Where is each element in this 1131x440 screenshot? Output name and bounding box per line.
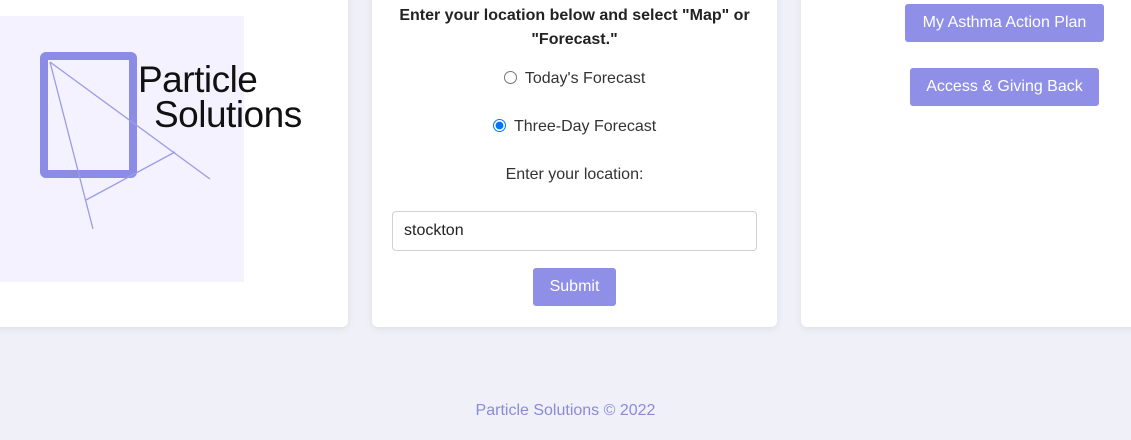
form-prompt: Enter your location below and select "Ma… — [399, 7, 750, 48]
logo-line-1: Particle — [138, 59, 258, 100]
option-today-forecast[interactable]: Today's Forecast — [372, 70, 777, 88]
access-giving-back-button[interactable]: Access & Giving Back — [910, 68, 1099, 106]
footer-copyright: Particle Solutions © 2022 — [475, 402, 656, 419]
logo-mark-icon — [40, 52, 211, 230]
submit-button[interactable]: Submit — [533, 268, 616, 306]
links-card — [801, 0, 1131, 327]
radio-three-day-forecast[interactable] — [492, 119, 506, 132]
option-label: Today's Forecast — [524, 70, 646, 87]
logo-line-2: Solutions — [154, 94, 302, 135]
location-input[interactable] — [392, 211, 757, 251]
asthma-action-plan-button[interactable]: My Asthma Action Plan — [905, 4, 1104, 42]
location-label: Enter your location: — [505, 166, 644, 183]
option-three-day-forecast[interactable]: Three-Day Forecast — [372, 118, 777, 136]
option-label: Three-Day Forecast — [513, 118, 657, 135]
radio-today-forecast[interactable] — [503, 71, 517, 84]
logo — [0, 16, 244, 282]
logo-wordmark: Particle Solutions — [138, 59, 302, 135]
